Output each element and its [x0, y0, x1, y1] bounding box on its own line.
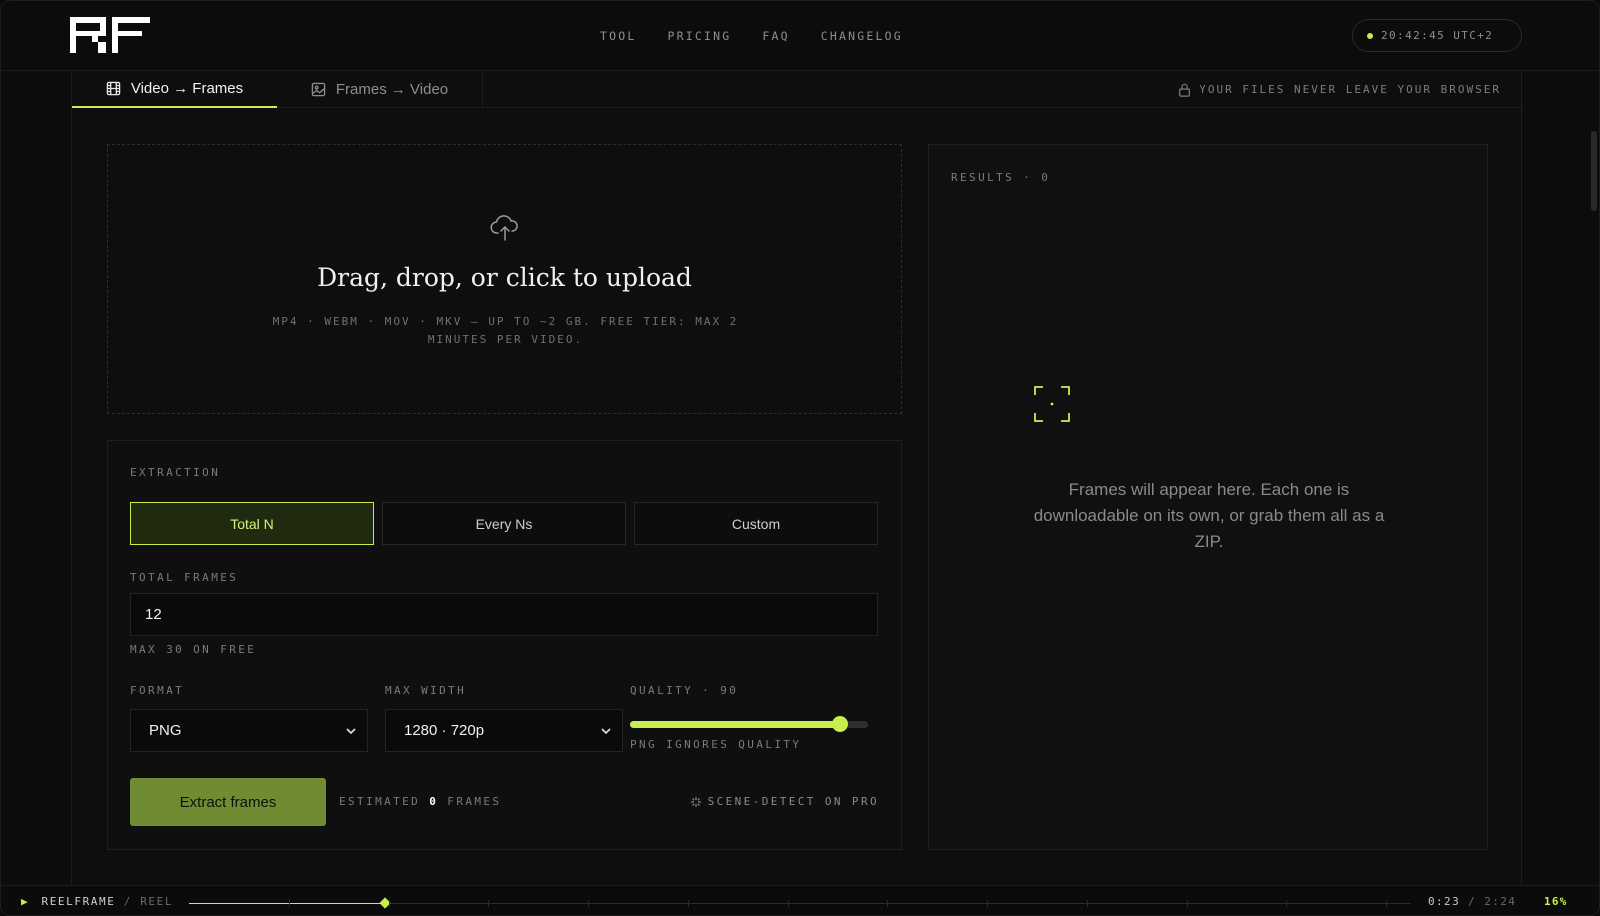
focus-frame-icon [1034, 386, 1070, 422]
total-frames-hint: MAX 30 ON FREE [130, 643, 257, 656]
estimated-frames: ESTIMATED 0 FRAMES [339, 795, 501, 808]
total-time: 2:24 [1484, 895, 1517, 908]
slider-fill [630, 721, 840, 728]
timeline-tick [389, 900, 390, 907]
reel-label[interactable]: ▶ REELFRAME / REEL [21, 895, 173, 908]
format-select[interactable]: PNG [130, 709, 368, 752]
tab-label: Frames → Video [335, 81, 449, 98]
estimated-suffix: FRAMES [447, 795, 502, 808]
current-time: 0:23 [1428, 895, 1461, 908]
total-frames-label: TOTAL FRAMES [130, 571, 239, 584]
nav-faq[interactable]: FAQ [762, 29, 789, 43]
scrollbar-thumb[interactable] [1591, 131, 1597, 211]
timeline-tick [1187, 900, 1188, 907]
upload-subtitle: MP4 · WEBM · MOV · MKV — UP TO ~2 GB. FR… [272, 315, 739, 346]
scene-detect-link[interactable]: SCENE-DETECT ON PRO [690, 795, 879, 808]
mode-every-ns-button[interactable]: Every Ns [382, 502, 626, 545]
privacy-text: YOUR FILES NEVER LEAVE YOUR BROWSER [1199, 83, 1501, 96]
nav-tool[interactable]: TOOL [600, 29, 637, 43]
timeline-tick [289, 900, 290, 907]
playback-time: 0:23 / 2:24 [1428, 895, 1516, 908]
privacy-note: YOUR FILES NEVER LEAVE YOUR BROWSER [1178, 71, 1501, 108]
image-icon [311, 82, 326, 97]
chevron-down-icon [601, 728, 611, 735]
status-dot-icon [1367, 32, 1373, 39]
app-window: TOOL PRICING FAQ CHANGELOG 20:42:45 UTC+… [0, 0, 1600, 916]
timeline-tick [1087, 900, 1088, 907]
tab-frames-to-video[interactable]: Frames → Video [277, 71, 483, 108]
timeline-tick [588, 900, 589, 907]
quality-slider[interactable] [630, 716, 868, 732]
cloud-upload-icon [490, 215, 518, 241]
nav-changelog[interactable]: CHANGELOG [821, 29, 903, 43]
bottom-reel-bar: ▶ REELFRAME / REEL 0:23 / 2:24 16% [1, 885, 1599, 915]
results-empty-message: Frames will appear here. Each one is dow… [1033, 480, 1385, 551]
nav-pricing[interactable]: PRICING [668, 29, 732, 43]
upload-dropzone[interactable]: Drag, drop, or click to upload MP4 · WEB… [107, 144, 902, 414]
mode-custom-button[interactable]: Custom [634, 502, 878, 545]
clock-time: 20:42:45 UTC+2 [1381, 29, 1494, 42]
brand-name: REELFRAME [41, 895, 116, 908]
timeline-tick [1286, 900, 1287, 907]
clock-badge: 20:42:45 UTC+2 [1352, 19, 1522, 52]
film-icon [106, 81, 121, 96]
extraction-card: EXTRACTION Total N Every Ns Custom TOTAL… [107, 440, 902, 850]
max-width-label: MAX WIDTH [385, 684, 467, 697]
quality-label: QUALITY · 90 [630, 684, 739, 697]
time-separator: / [1468, 895, 1477, 908]
timeline-tick [987, 900, 988, 907]
play-icon: ▶ [21, 895, 30, 908]
timeline-tick [1386, 900, 1387, 907]
scene-detect-text: SCENE-DETECT ON PRO [707, 795, 879, 808]
quality-hint: PNG IGNORES QUALITY [630, 738, 802, 751]
reel-timeline[interactable] [189, 897, 1411, 909]
results-label: RESULTS · 0 [951, 171, 1051, 184]
top-header: TOOL PRICING FAQ CHANGELOG 20:42:45 UTC+… [1, 1, 1599, 71]
timeline-progress [189, 903, 385, 904]
estimated-prefix: ESTIMATED [339, 795, 421, 808]
slider-thumb[interactable] [832, 716, 848, 732]
tab-video-to-frames[interactable]: Video → Frames [72, 71, 277, 108]
max-width-select[interactable]: 1280 · 720p [385, 709, 623, 752]
lock-icon [1179, 83, 1191, 97]
sparkle-icon [690, 796, 701, 807]
upload-title: Drag, drop, or click to upload [317, 263, 692, 292]
tab-label: Video → Frames [130, 80, 244, 97]
estimated-count: 0 [429, 795, 439, 808]
tool-panel: Video → Frames Frames → Video YOUR FILES… [71, 71, 1523, 891]
timeline-tick [887, 900, 888, 907]
chevron-down-icon [346, 728, 356, 735]
main-nav: TOOL PRICING FAQ CHANGELOG [600, 29, 903, 43]
timeline-tick [788, 900, 789, 907]
max-width-value: 1280 · 720p [404, 722, 485, 739]
extraction-label: EXTRACTION [130, 466, 221, 479]
format-value: PNG [149, 722, 182, 739]
timeline-tick [488, 900, 489, 907]
mode-total-n-button[interactable]: Total N [130, 502, 374, 545]
total-frames-input[interactable]: 12 [130, 593, 878, 636]
reel-name: REEL [140, 895, 174, 908]
reel-separator: / [123, 895, 132, 908]
reelframe-logo[interactable] [70, 17, 150, 53]
mode-tabs: Video → Frames Frames → Video YOUR FILES… [72, 71, 1523, 108]
results-panel: RESULTS · 0 Frames will appear here. Eac… [928, 144, 1488, 850]
progress-percent: 16% [1544, 895, 1568, 908]
format-label: FORMAT [130, 684, 185, 697]
timeline-tick [688, 900, 689, 907]
extract-frames-button[interactable]: Extract frames [130, 778, 326, 826]
